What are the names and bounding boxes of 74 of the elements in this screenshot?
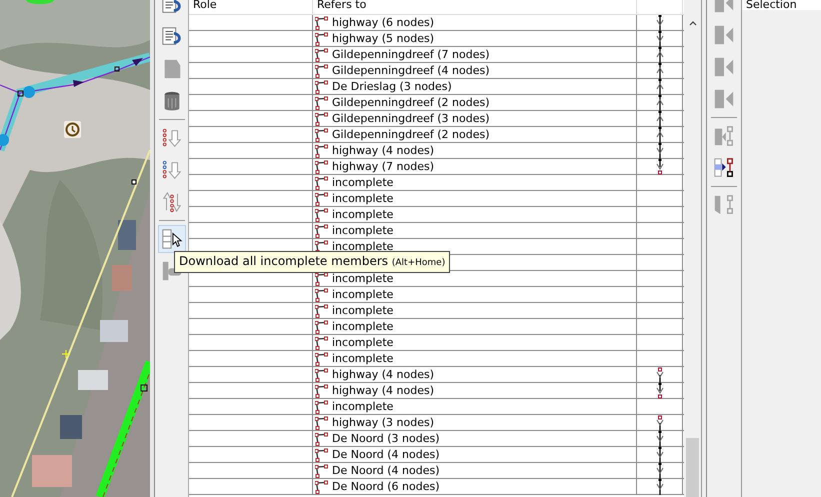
sort-icon	[160, 126, 182, 150]
way-icon	[315, 64, 329, 78]
member-name: De Noord (3 nodes)	[332, 432, 440, 446]
member-name: highway (6 nodes)	[332, 16, 434, 30]
member-name: De Drieslag (3 nodes)	[332, 80, 452, 94]
way-icon	[315, 320, 329, 334]
add-before-icon	[713, 23, 735, 47]
way-icon	[315, 416, 329, 430]
member-name: incomplete	[332, 288, 394, 302]
member-name: Gildepenningdreef (4 nodes)	[332, 64, 490, 78]
way-icon	[315, 400, 329, 414]
member-name: incomplete	[332, 352, 394, 366]
way-icon	[315, 208, 329, 222]
way-icon	[315, 32, 329, 46]
way-icon	[315, 304, 329, 318]
remove-selected-icon	[713, 193, 735, 217]
scroll-up-icon[interactable]	[688, 19, 698, 27]
select-members-icon	[713, 124, 735, 148]
member-name: incomplete	[332, 240, 394, 254]
way-icon	[315, 384, 329, 398]
way-icon	[315, 352, 329, 366]
way-icon	[315, 112, 329, 126]
column-header[interactable]: Refers to	[313, 0, 637, 14]
member-name: incomplete	[332, 336, 394, 350]
way-icon	[315, 336, 329, 350]
member-name: incomplete	[332, 224, 394, 238]
member-name: incomplete	[332, 400, 394, 414]
way-icon	[315, 288, 329, 302]
member-name: incomplete	[332, 176, 394, 190]
way-icon	[315, 464, 329, 478]
member-name: highway (4 nodes)	[332, 144, 434, 158]
download-icon	[160, 227, 182, 251]
member-name: incomplete	[332, 304, 394, 318]
way-icon	[315, 80, 329, 94]
way-icon	[315, 128, 329, 142]
member-name: highway (3 nodes)	[332, 416, 434, 430]
member-name: incomplete	[332, 272, 394, 286]
way-icon	[315, 144, 329, 158]
reverse-icon	[160, 190, 182, 214]
member-name: Gildepenningdreef (7 nodes)	[332, 48, 490, 62]
member-name: Gildepenningdreef (3 nodes)	[332, 112, 490, 126]
member-name: incomplete	[332, 192, 394, 206]
member-name: incomplete	[332, 320, 394, 334]
way-icon	[315, 368, 329, 382]
member-name: Gildepenningdreef (2 nodes)	[332, 128, 490, 142]
member-name: incomplete	[332, 208, 394, 222]
member-name: highway (5 nodes)	[332, 32, 434, 46]
member-name: De Noord (4 nodes)	[332, 464, 440, 478]
panel-title: Selection	[742, 0, 821, 10]
way-icon	[315, 224, 329, 238]
way-icon	[315, 160, 329, 174]
way-icon	[315, 448, 329, 462]
way-icon	[315, 432, 329, 446]
scrollbar-thumb[interactable]	[686, 438, 699, 497]
sort-alt-icon	[160, 158, 182, 182]
way-icon	[315, 480, 329, 494]
scrollbar[interactable]	[684, 0, 702, 497]
add-after-icon	[713, 55, 735, 79]
member-name: highway (4 nodes)	[332, 384, 434, 398]
member-name: Gildepenningdreef (2 nodes)	[332, 96, 490, 110]
add-bottom-icon	[713, 87, 735, 111]
member-name: highway (7 nodes)	[332, 160, 434, 174]
way-icon	[315, 48, 329, 62]
member-name: De Noord (4 nodes)	[332, 448, 440, 462]
way-icon	[315, 176, 329, 190]
tooltip: Download all incomplete members (Alt+Home)	[174, 251, 450, 273]
member-name: De Noord (6 nodes)	[332, 480, 440, 494]
download-button[interactable]	[158, 225, 186, 253]
select-in-table-icon	[713, 156, 735, 180]
member-name: highway (4 nodes)	[332, 368, 434, 382]
way-icon	[315, 96, 329, 110]
column-header[interactable]: Role	[189, 0, 313, 14]
way-icon	[315, 272, 329, 286]
way-icon	[315, 192, 329, 206]
